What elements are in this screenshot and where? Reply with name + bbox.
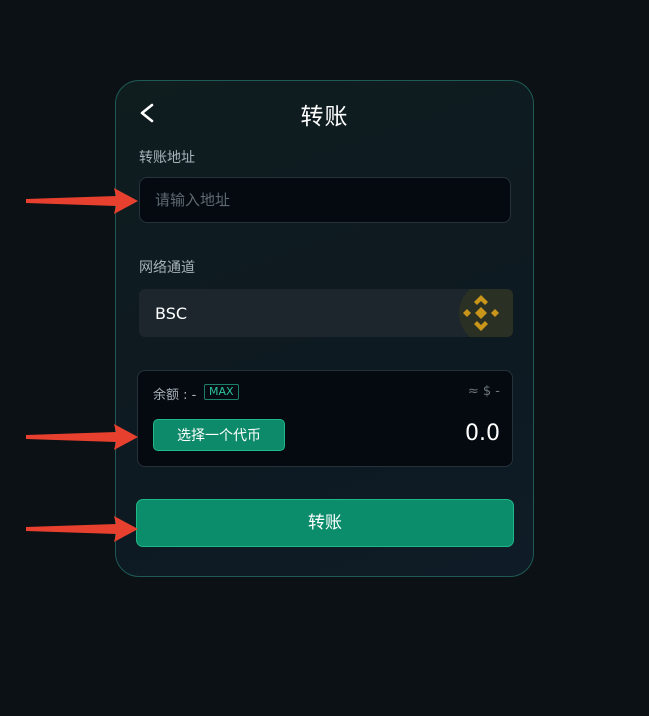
arrow-annotation-icon [26,516,138,542]
bnb-chain-icon [463,295,499,331]
address-input[interactable] [139,177,511,223]
max-button[interactable]: MAX [204,384,239,400]
select-token-button[interactable]: 选择一个代币 [153,419,285,451]
network-selector[interactable]: BSC [139,289,513,337]
page-background: 转账 转账地址 网络通道 BSC 余额 : - MAX ≈ $ - [0,0,649,716]
transfer-submit-button[interactable]: 转账 [136,499,514,547]
arrow-annotation-icon [26,424,138,450]
amount-panel: 余额 : - MAX ≈ $ - 选择一个代币 0.0 [137,370,513,467]
network-name: BSC [155,304,188,323]
balance-label: 余额 : - [153,388,197,403]
usd-estimate: ≈ $ - [467,384,500,399]
arrow-annotation-icon [26,188,138,214]
network-label: 网络通道 [139,260,195,276]
amount-value[interactable]: 0.0 [465,421,500,446]
address-label: 转账地址 [139,150,195,166]
transfer-card: 转账 转账地址 网络通道 BSC 余额 : - MAX ≈ $ - [115,80,534,577]
page-title: 转账 [300,104,349,130]
